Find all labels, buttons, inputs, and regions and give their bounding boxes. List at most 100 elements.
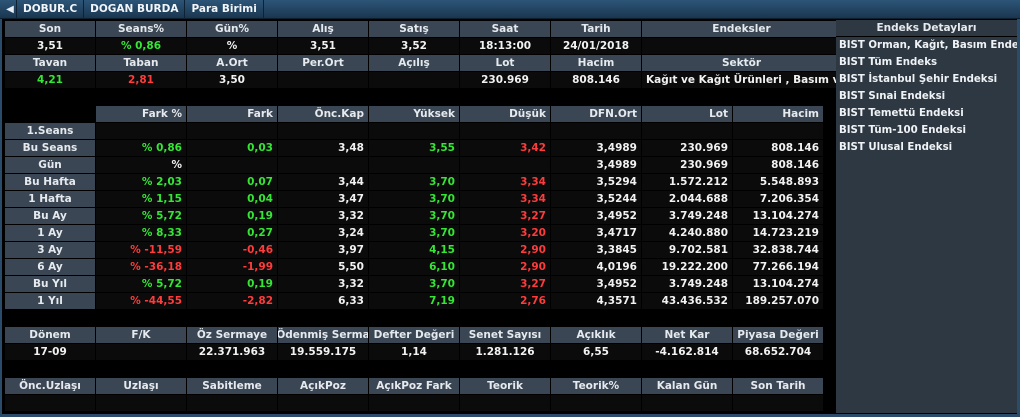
derivatives-header[interactable]: AçıkPoz Fark [369,378,459,394]
perf-column-header[interactable]: Düşük [460,106,550,122]
perf-cell-dfn: 3,4989 [551,140,641,156]
derivatives-header[interactable]: Sabitleme [187,378,277,394]
summary-value[interactable] [278,72,368,88]
perf-column-header[interactable]: DFN.Ort [551,106,641,122]
perf-cell-fark-pct: % 1,15 [96,191,186,207]
perf-cell-lot: 230.969 [642,140,732,156]
perf-cell-fark-pct: % -36,18 [96,259,186,275]
summary-value[interactable]: 3,50 [187,72,277,88]
perf-row[interactable]: Bu Ay% 5,72 0,19 3,32 3,70 3,27 3,4952 3.749.2… [5,208,824,225]
perf-cell-dusuk: 3,20 [460,225,550,241]
summary-value[interactable]: % 0,86 [96,38,186,54]
perf-cell-lot: 2.044.688 [642,191,732,207]
perf-cell-dusuk [460,123,550,139]
perf-column-header[interactable]: Yüksek [369,106,459,122]
panel-index-item[interactable]: BIST İstanbul Şehir Endeksi [836,71,1017,88]
perf-cell-lot: 19.222.200 [642,259,732,275]
perf-row[interactable]: Bu Seans% 0,86 0,03 3,48 3,55 3,42 3,4989 230.… [5,140,824,157]
fundamentals-header[interactable]: Net Kar [642,327,732,343]
fundamentals-header[interactable]: Açıklık [551,327,641,343]
summary-value[interactable]: 3,51 [278,38,368,54]
panel-index-item[interactable]: BIST Tüm-100 Endeksi [836,122,1017,139]
derivatives-value [733,395,823,411]
derivatives-header[interactable]: Teorik [460,378,550,394]
derivatives-header[interactable]: Teorik% [551,378,641,394]
fundamentals-header[interactable]: Piyasa Değeri [733,327,823,343]
currency-selector[interactable]: Para Birimi [185,0,264,19]
summary-value[interactable]: 18:13:00 [460,38,550,54]
index-details-panel: Endeks Detayları BIST Orman, Kağıt, Bası… [836,20,1017,413]
derivatives-header[interactable]: Son Tarih [733,378,823,394]
symbol-label[interactable]: DOBUR.C [16,0,85,19]
summary-value[interactable]: % [187,38,277,54]
summary-header: Açılış [369,55,459,71]
perf-cell-fark [187,123,277,139]
summary-value[interactable]: 3,52 [369,38,459,54]
perf-row[interactable]: 3 Ay% -11,59 -0,46 3,97 4,15 2,90 3,3845 9.702… [5,242,824,259]
fundamentals-header[interactable]: Ödenmiş Serma [278,327,368,343]
performance-grid: Fark % Fark Önc.Kap Yüksek Düşük DFN.Ort Lot Ha… [5,106,824,310]
fundamentals-row: 17-09 22.371.963 19.559.175 1,14 1.281.126 6,… [5,344,824,361]
panel-index-item[interactable]: BIST Sınai Endeksi [836,88,1017,105]
fundamentals-header[interactable]: Defter Değeri [369,327,459,343]
perf-column-header[interactable]: Lot [642,106,732,122]
summary-grid: Son Seans% Gün% Alış Satış Saat Tarih Endeksler… [5,21,842,89]
perf-cell-onc: 6,33 [278,293,368,309]
perf-row[interactable]: Bu Hafta% 2,03 0,07 3,44 3,70 3,34 3,5294 1.57… [5,174,824,191]
summary-value[interactable]: 24/01/2018 [551,38,641,54]
derivatives-header[interactable]: AçıkPoz [278,378,368,394]
perf-row[interactable]: Bu Yıl% 5,72 0,19 3,32 3,70 3,27 3,4952 3.749.… [5,276,824,293]
derivatives-grid: Önc.Uzlaşı Uzlaşı Sabitleme AçıkPoz AçıkPoz … [5,378,824,412]
fundamentals-value: 1.281.126 [460,344,550,360]
panel-index-item[interactable]: BIST Ulusal Endeksi [836,139,1017,156]
perf-cell-yuksek: 3,70 [369,174,459,190]
perf-cell-onc: 3,32 [278,276,368,292]
summary-value[interactable]: Kağıt ve Kağıt Ürünleri , Basım ve Yay [642,72,841,88]
fundamentals-header[interactable]: Dönem [5,327,95,343]
fundamentals-header[interactable]: Öz Sermaye [187,327,277,343]
fundamentals-grid: Dönem F/K Öz Sermaye Ödenmiş Serma Defter De… [5,327,824,361]
perf-row-label: 1 Yıl [5,293,95,309]
back-arrow-icon[interactable]: ◀ [4,3,16,15]
perf-column-header[interactable]: Hacim [733,106,823,122]
perf-row[interactable]: Gün% 3,4989 230.969 808.146 [5,157,824,174]
perf-cell-fark-pct: % 2,03 [96,174,186,190]
summary-value[interactable]: 808.146 [551,72,641,88]
summary-value[interactable]: 2,81 [96,72,186,88]
perf-cell-dfn: 3,4952 [551,276,641,292]
perf-column-header[interactable]: Önc.Kap [278,106,368,122]
window-frame-left [0,19,2,417]
panel-index-item[interactable]: BIST Temettü Endeksi [836,105,1017,122]
panel-index-item[interactable]: BIST Orman, Kağıt, Basım Endeksi [836,37,1017,54]
fundamentals-header[interactable]: F/K [96,327,186,343]
derivatives-header[interactable]: Uzlaşı [96,378,186,394]
perf-row-label: Bu Yıl [5,276,95,292]
perf-column-header[interactable]: Fark [187,106,277,122]
perf-cell-dfn: 3,3845 [551,242,641,258]
perf-row[interactable]: 1 Yıl% -44,55 -2,82 6,33 7,19 2,76 4,3571 43.4… [5,293,824,310]
perf-cell-fark-pct: % 0,86 [96,140,186,156]
perf-cell-fark: 0,27 [187,225,277,241]
perf-cell-lot: 4.240.880 [642,225,732,241]
perf-cell-lot: 3.749.248 [642,276,732,292]
fundamentals-header[interactable]: Senet Sayısı [460,327,550,343]
derivatives-header[interactable]: Kalan Gün [642,378,732,394]
perf-row[interactable]: 1 Ay% 8,33 0,27 3,24 3,70 3,20 3,4717 4.240.88… [5,225,824,242]
fundamentals-value: 19.559.175 [278,344,368,360]
summary-value[interactable]: 3,51 [5,38,95,54]
derivatives-header[interactable]: Önc.Uzlaşı [5,378,95,394]
company-name: DOGAN BURDA [84,0,186,19]
perf-column-header[interactable]: Fark % [96,106,186,122]
panel-index-item[interactable]: BIST Tüm Endeks [836,54,1017,71]
perf-row[interactable]: 6 Ay% -36,18 -1,99 5,50 6,10 2,90 4,0196 19.22… [5,259,824,276]
perf-cell-onc: 3,24 [278,225,368,241]
perf-cell-lot: 9.702.581 [642,242,732,258]
perf-row[interactable]: 1 Hafta% 1,15 0,04 3,47 3,70 3,34 3,5244 2.044… [5,191,824,208]
perf-cell-lot: 1.572.212 [642,174,732,190]
summary-value[interactable]: 4,21 [5,72,95,88]
perf-row[interactable]: 1.Seans [5,123,824,140]
summary-value[interactable] [642,38,841,54]
summary-value[interactable] [369,72,459,88]
perf-cell-lot: 230.969 [642,157,732,173]
summary-value[interactable]: 230.969 [460,72,550,88]
